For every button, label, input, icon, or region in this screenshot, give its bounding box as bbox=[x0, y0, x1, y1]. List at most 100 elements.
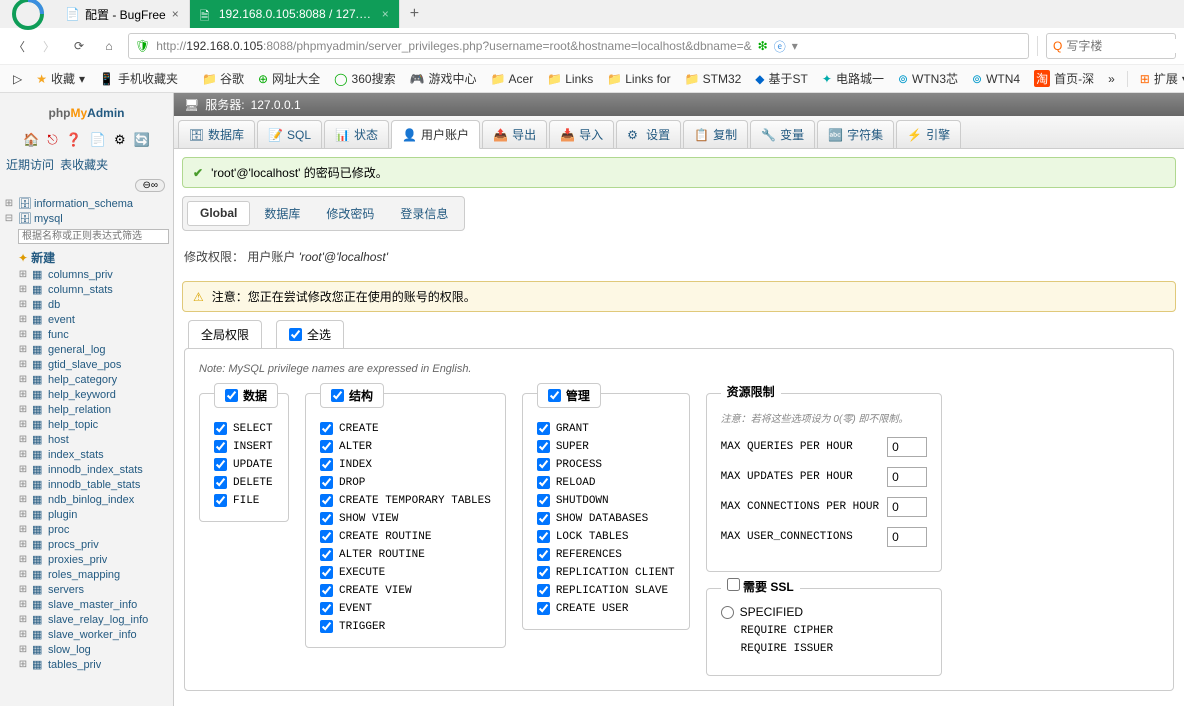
priv-label[interactable]: EVENT bbox=[339, 603, 372, 615]
pma-logo[interactable]: phpMyAdmin bbox=[0, 93, 173, 130]
minus-icon[interactable]: ⊟ bbox=[2, 213, 16, 224]
table-filter-input[interactable] bbox=[18, 229, 169, 244]
table-item[interactable]: ⊞▦event bbox=[14, 312, 173, 327]
table-item[interactable]: ⊞▦gtid_slave_pos bbox=[14, 357, 173, 372]
browser-tab[interactable]: 📄 配置 - BugFree × bbox=[55, 0, 190, 28]
top-tab-1[interactable]: 📝SQL bbox=[257, 120, 322, 148]
table-item[interactable]: ⊞▦proxies_priv bbox=[14, 552, 173, 567]
bookmark-item[interactable]: 淘首页-深 bbox=[1029, 68, 1099, 89]
priv-checkbox[interactable] bbox=[320, 566, 333, 579]
table-item[interactable]: ⊞▦ndb_binlog_index bbox=[14, 492, 173, 507]
priv-label[interactable]: CREATE USER bbox=[556, 603, 629, 615]
priv-checkbox[interactable] bbox=[537, 512, 550, 525]
plus-icon[interactable]: ⊞ bbox=[16, 569, 30, 580]
priv-label[interactable]: DROP bbox=[339, 477, 365, 489]
priv-label[interactable]: INSERT bbox=[233, 441, 273, 453]
priv-label[interactable]: LOCK TABLES bbox=[556, 531, 629, 543]
bookmark-item[interactable]: 📁Links bbox=[542, 70, 598, 88]
table-item[interactable]: ⊞▦slow_log bbox=[14, 642, 173, 657]
favorites-link[interactable]: 表收藏夹 bbox=[60, 158, 108, 172]
subtab-3[interactable]: 登录信息 bbox=[388, 201, 460, 226]
plus-icon[interactable]: ⊞ bbox=[16, 404, 30, 415]
priv-label[interactable]: TRIGGER bbox=[339, 621, 385, 633]
plus-icon[interactable]: ⊞ bbox=[16, 389, 30, 400]
db-item[interactable]: ⊟🗄mysql bbox=[0, 211, 173, 226]
table-item[interactable]: ⊞▦proc bbox=[14, 522, 173, 537]
priv-checkbox[interactable] bbox=[320, 530, 333, 543]
collapse-button[interactable]: ⊖∞ bbox=[135, 179, 165, 192]
select-all-tab[interactable]: 全选 bbox=[276, 320, 344, 348]
priv-checkbox[interactable] bbox=[320, 584, 333, 597]
priv-label[interactable]: ALTER bbox=[339, 441, 372, 453]
priv-checkbox[interactable] bbox=[320, 602, 333, 615]
table-item[interactable]: ⊞▦innodb_index_stats bbox=[14, 462, 173, 477]
priv-checkbox[interactable] bbox=[320, 512, 333, 525]
subtab-0[interactable]: Global bbox=[187, 201, 250, 226]
top-tab-7[interactable]: 📋复制 bbox=[683, 120, 748, 148]
table-item[interactable]: ⊞▦slave_relay_log_info bbox=[14, 612, 173, 627]
bookmark-item[interactable]: 🎮游戏中心 bbox=[405, 68, 482, 89]
plus-icon[interactable]: ⊞ bbox=[16, 434, 30, 445]
plus-icon[interactable]: ⊞ bbox=[16, 344, 30, 355]
bookmark-item[interactable]: ◯360搜索 bbox=[329, 68, 400, 89]
priv-checkbox[interactable] bbox=[537, 476, 550, 489]
priv-label[interactable]: CREATE TEMPORARY TABLES bbox=[339, 495, 491, 507]
select-all-checkbox[interactable] bbox=[289, 328, 302, 341]
browser-tab-active[interactable]: 🗎 192.168.0.105:8088 / 127.0.0.1 × bbox=[190, 0, 400, 28]
url-field[interactable]: 🛡 http://192.168.0.105:8088/phpmyadmin/s… bbox=[128, 33, 1029, 59]
bookmark-item[interactable]: ⊚WTN4 bbox=[967, 70, 1025, 88]
resource-input[interactable] bbox=[887, 497, 927, 517]
sql-icon[interactable]: 📄 bbox=[90, 132, 106, 148]
priv-label[interactable]: REPLICATION SLAVE bbox=[556, 585, 668, 597]
priv-label[interactable]: SUPER bbox=[556, 441, 589, 453]
search-input[interactable] bbox=[1066, 39, 1184, 53]
priv-checkbox[interactable] bbox=[537, 494, 550, 507]
top-tab-5[interactable]: 📥导入 bbox=[549, 120, 614, 148]
bookmark-item[interactable]: 📱手机收藏夹 bbox=[94, 68, 183, 89]
new-tab-button[interactable]: + bbox=[400, 5, 429, 23]
priv-checkbox[interactable] bbox=[537, 422, 550, 435]
plus-icon[interactable]: ⊞ bbox=[16, 449, 30, 460]
plus-icon[interactable]: ⊞ bbox=[16, 374, 30, 385]
top-tab-8[interactable]: 🔧变量 bbox=[750, 120, 815, 148]
priv-checkbox[interactable] bbox=[537, 440, 550, 453]
close-icon[interactable]: × bbox=[382, 7, 389, 21]
priv-checkbox[interactable] bbox=[320, 440, 333, 453]
priv-checkbox[interactable] bbox=[537, 602, 550, 615]
logout-icon[interactable]: ⎋ bbox=[47, 132, 57, 148]
table-item[interactable]: ⊞▦slave_worker_info bbox=[14, 627, 173, 642]
plus-icon[interactable]: ⊞ bbox=[16, 299, 30, 310]
priv-checkbox[interactable] bbox=[214, 494, 227, 507]
reload-icon[interactable]: 🔄 bbox=[134, 132, 150, 148]
home-icon[interactable]: 🏠 bbox=[23, 132, 39, 148]
resource-input[interactable] bbox=[887, 527, 927, 547]
priv-checkbox[interactable] bbox=[537, 458, 550, 471]
sync-icon[interactable]: ❇ bbox=[758, 39, 768, 53]
reload-button[interactable]: ⟳ bbox=[68, 35, 90, 57]
back-button[interactable]: 〈 bbox=[8, 35, 30, 57]
ssl-checkbox[interactable] bbox=[727, 578, 740, 591]
priv-checkbox[interactable] bbox=[214, 422, 227, 435]
priv-checkbox[interactable] bbox=[320, 422, 333, 435]
bookmark-item[interactable]: ⊚WTN3芯 bbox=[893, 68, 963, 89]
group-checkbox[interactable] bbox=[225, 389, 238, 402]
table-item[interactable]: ⊞▦slave_master_info bbox=[14, 597, 173, 612]
plus-icon[interactable]: ⊞ bbox=[16, 614, 30, 625]
plus-icon[interactable]: ⊞ bbox=[2, 198, 16, 209]
priv-checkbox[interactable] bbox=[214, 440, 227, 453]
table-item[interactable]: ⊞▦servers bbox=[14, 582, 173, 597]
priv-label[interactable]: REFERENCES bbox=[556, 549, 622, 561]
priv-label[interactable]: REPLICATION CLIENT bbox=[556, 567, 675, 579]
extensions-button[interactable]: ⊞扩展▾ bbox=[1135, 68, 1184, 89]
plus-icon[interactable]: ⊞ bbox=[16, 359, 30, 370]
plus-icon[interactable]: ⊞ bbox=[16, 464, 30, 475]
priv-label[interactable]: INDEX bbox=[339, 459, 372, 471]
table-item[interactable]: ⊞▦innodb_table_stats bbox=[14, 477, 173, 492]
priv-label[interactable]: RELOAD bbox=[556, 477, 596, 489]
home-button[interactable]: ⌂ bbox=[98, 35, 120, 57]
plus-icon[interactable]: ⊞ bbox=[16, 539, 30, 550]
ssl-head[interactable]: 需要 SSL bbox=[721, 578, 800, 595]
top-tab-2[interactable]: 📊状态 bbox=[324, 120, 389, 148]
search-field[interactable]: Q bbox=[1046, 33, 1176, 59]
bookmark-more[interactable]: » bbox=[1103, 70, 1120, 88]
